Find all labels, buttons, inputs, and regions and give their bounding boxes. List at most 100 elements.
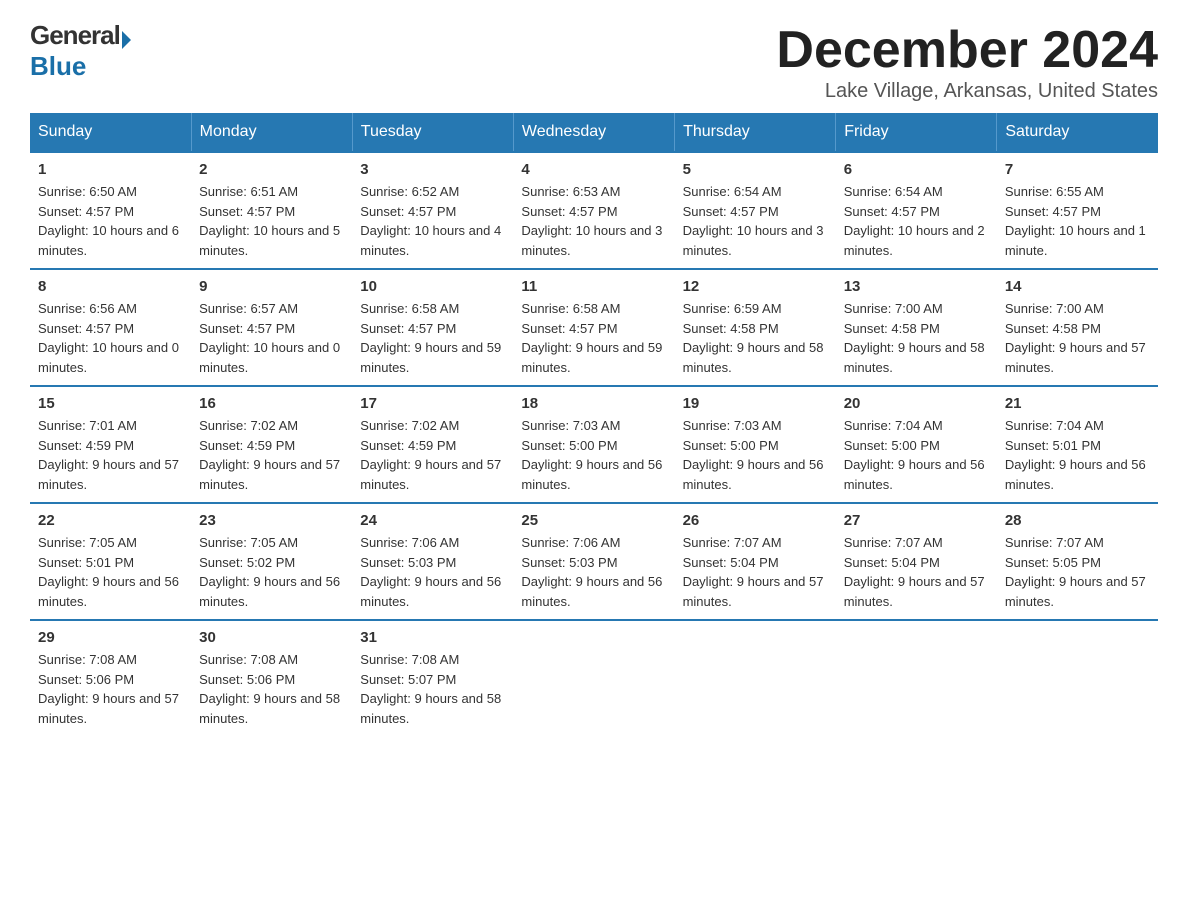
calendar-week-row: 15 Sunrise: 7:01 AMSunset: 4:59 PMDayligh… <box>30 386 1158 503</box>
calendar-cell: 10 Sunrise: 6:58 AMSunset: 4:57 PMDayligh… <box>352 269 513 386</box>
calendar-cell: 23 Sunrise: 7:05 AMSunset: 5:02 PMDayligh… <box>191 503 352 620</box>
day-info: Sunrise: 6:54 AMSunset: 4:57 PMDaylight:… <box>844 182 989 260</box>
day-info: Sunrise: 7:07 AMSunset: 5:04 PMDaylight:… <box>844 533 989 611</box>
calendar-cell <box>997 620 1158 736</box>
calendar-cell: 17 Sunrise: 7:02 AMSunset: 4:59 PMDayligh… <box>352 386 513 503</box>
day-info: Sunrise: 7:08 AMSunset: 5:07 PMDaylight:… <box>360 650 505 728</box>
weekday-header-saturday: Saturday <box>997 113 1158 152</box>
day-number: 31 <box>360 629 505 646</box>
day-number: 1 <box>38 161 183 178</box>
weekday-header-friday: Friday <box>836 113 997 152</box>
calendar-cell: 5Sunrise: 6:54 AMSunset: 4:57 PMDaylight… <box>675 152 836 269</box>
calendar-cell: 31 Sunrise: 7:08 AMSunset: 5:07 PMDayligh… <box>352 620 513 736</box>
day-number: 7 <box>1005 161 1150 178</box>
calendar-cell: 3 Sunrise: 6:52 AMSunset: 4:57 PMDaylight… <box>352 152 513 269</box>
calendar-cell: 6 Sunrise: 6:54 AMSunset: 4:57 PMDaylight… <box>836 152 997 269</box>
day-number: 21 <box>1005 395 1150 412</box>
weekday-header-sunday: Sunday <box>30 113 191 152</box>
day-info: Sunrise: 7:07 AMSunset: 5:04 PMDaylight:… <box>683 533 828 611</box>
day-info: Sunrise: 7:03 AMSunset: 5:00 PMDaylight:… <box>683 416 828 494</box>
weekday-header-thursday: Thursday <box>675 113 836 152</box>
day-number: 5 <box>683 161 828 178</box>
day-number: 20 <box>844 395 989 412</box>
calendar-cell: 8 Sunrise: 6:56 AMSunset: 4:57 PMDaylight… <box>30 269 191 386</box>
day-info: Sunrise: 7:07 AMSunset: 5:05 PMDaylight:… <box>1005 533 1150 611</box>
day-number: 6 <box>844 161 989 178</box>
day-info: Sunrise: 7:06 AMSunset: 5:03 PMDaylight:… <box>521 533 666 611</box>
calendar-week-row: 1 Sunrise: 6:50 AMSunset: 4:57 PMDaylight… <box>30 152 1158 269</box>
day-number: 3 <box>360 161 505 178</box>
day-info: Sunrise: 7:02 AMSunset: 4:59 PMDaylight:… <box>199 416 344 494</box>
day-info: Sunrise: 6:59 AMSunset: 4:58 PMDaylight:… <box>683 299 828 377</box>
logo-icon <box>122 31 131 49</box>
calendar-cell: 18 Sunrise: 7:03 AMSunset: 5:00 PMDayligh… <box>513 386 674 503</box>
calendar-cell: 9Sunrise: 6:57 AMSunset: 4:57 PMDaylight… <box>191 269 352 386</box>
calendar-week-row: 8 Sunrise: 6:56 AMSunset: 4:57 PMDaylight… <box>30 269 1158 386</box>
day-info: Sunrise: 7:05 AMSunset: 5:01 PMDaylight:… <box>38 533 183 611</box>
day-number: 26 <box>683 512 828 529</box>
day-info: Sunrise: 7:00 AMSunset: 4:58 PMDaylight:… <box>844 299 989 377</box>
calendar-cell <box>513 620 674 736</box>
day-info: Sunrise: 6:51 AMSunset: 4:57 PMDaylight:… <box>199 182 344 260</box>
day-number: 10 <box>360 278 505 295</box>
day-number: 22 <box>38 512 183 529</box>
calendar-subtitle: Lake Village, Arkansas, United States <box>776 80 1158 103</box>
day-number: 17 <box>360 395 505 412</box>
day-info: Sunrise: 7:04 AMSunset: 5:00 PMDaylight:… <box>844 416 989 494</box>
day-number: 13 <box>844 278 989 295</box>
calendar-cell: 11 Sunrise: 6:58 AMSunset: 4:57 PMDayligh… <box>513 269 674 386</box>
day-number: 14 <box>1005 278 1150 295</box>
calendar-cell <box>836 620 997 736</box>
day-info: Sunrise: 7:01 AMSunset: 4:59 PMDaylight:… <box>38 416 183 494</box>
day-number: 18 <box>521 395 666 412</box>
day-info: Sunrise: 6:50 AMSunset: 4:57 PMDaylight:… <box>38 182 183 260</box>
calendar-cell: 7 Sunrise: 6:55 AMSunset: 4:57 PMDaylight… <box>997 152 1158 269</box>
weekday-header-monday: Monday <box>191 113 352 152</box>
day-info: Sunrise: 7:08 AMSunset: 5:06 PMDaylight:… <box>199 650 344 728</box>
day-number: 4 <box>521 161 666 178</box>
calendar-cell: 26 Sunrise: 7:07 AMSunset: 5:04 PMDayligh… <box>675 503 836 620</box>
logo-text-general: General <box>30 20 120 50</box>
day-number: 19 <box>683 395 828 412</box>
day-info: Sunrise: 6:55 AMSunset: 4:57 PMDaylight:… <box>1005 182 1150 260</box>
calendar-cell: 16Sunrise: 7:02 AMSunset: 4:59 PMDayligh… <box>191 386 352 503</box>
logo-text-blue: Blue <box>30 51 86 81</box>
calendar-cell: 27 Sunrise: 7:07 AMSunset: 5:04 PMDayligh… <box>836 503 997 620</box>
day-number: 11 <box>521 278 666 295</box>
calendar-cell <box>675 620 836 736</box>
calendar-week-row: 22 Sunrise: 7:05 AMSunset: 5:01 PMDayligh… <box>30 503 1158 620</box>
calendar-cell: 4Sunrise: 6:53 AMSunset: 4:57 PMDaylight… <box>513 152 674 269</box>
calendar-cell: 14Sunrise: 7:00 AMSunset: 4:58 PMDayligh… <box>997 269 1158 386</box>
day-number: 12 <box>683 278 828 295</box>
day-info: Sunrise: 7:05 AMSunset: 5:02 PMDaylight:… <box>199 533 344 611</box>
day-info: Sunrise: 7:04 AMSunset: 5:01 PMDaylight:… <box>1005 416 1150 494</box>
calendar-table: SundayMondayTuesdayWednesdayThursdayFrid… <box>30 113 1158 736</box>
calendar-cell: 24Sunrise: 7:06 AMSunset: 5:03 PMDayligh… <box>352 503 513 620</box>
day-number: 23 <box>199 512 344 529</box>
calendar-cell: 2 Sunrise: 6:51 AMSunset: 4:57 PMDaylight… <box>191 152 352 269</box>
calendar-title: December 2024 <box>776 20 1158 80</box>
day-info: Sunrise: 7:02 AMSunset: 4:59 PMDaylight:… <box>360 416 505 494</box>
calendar-cell: 28Sunrise: 7:07 AMSunset: 5:05 PMDayligh… <box>997 503 1158 620</box>
calendar-cell: 13 Sunrise: 7:00 AMSunset: 4:58 PMDayligh… <box>836 269 997 386</box>
weekday-header-wednesday: Wednesday <box>513 113 674 152</box>
calendar-cell: 22 Sunrise: 7:05 AMSunset: 5:01 PMDayligh… <box>30 503 191 620</box>
day-info: Sunrise: 6:58 AMSunset: 4:57 PMDaylight:… <box>360 299 505 377</box>
calendar-cell: 25 Sunrise: 7:06 AMSunset: 5:03 PMDayligh… <box>513 503 674 620</box>
day-number: 29 <box>38 629 183 646</box>
day-number: 15 <box>38 395 183 412</box>
day-number: 27 <box>844 512 989 529</box>
day-number: 8 <box>38 278 183 295</box>
calendar-cell: 15 Sunrise: 7:01 AMSunset: 4:59 PMDayligh… <box>30 386 191 503</box>
calendar-header-row: SundayMondayTuesdayWednesdayThursdayFrid… <box>30 113 1158 152</box>
day-info: Sunrise: 6:56 AMSunset: 4:57 PMDaylight:… <box>38 299 183 377</box>
day-number: 25 <box>521 512 666 529</box>
day-number: 2 <box>199 161 344 178</box>
calendar-cell: 21 Sunrise: 7:04 AMSunset: 5:01 PMDayligh… <box>997 386 1158 503</box>
day-info: Sunrise: 7:06 AMSunset: 5:03 PMDaylight:… <box>360 533 505 611</box>
day-info: Sunrise: 6:52 AMSunset: 4:57 PMDaylight:… <box>360 182 505 260</box>
day-info: Sunrise: 7:03 AMSunset: 5:00 PMDaylight:… <box>521 416 666 494</box>
calendar-cell: 1 Sunrise: 6:50 AMSunset: 4:57 PMDaylight… <box>30 152 191 269</box>
day-info: Sunrise: 6:58 AMSunset: 4:57 PMDaylight:… <box>521 299 666 377</box>
day-number: 30 <box>199 629 344 646</box>
